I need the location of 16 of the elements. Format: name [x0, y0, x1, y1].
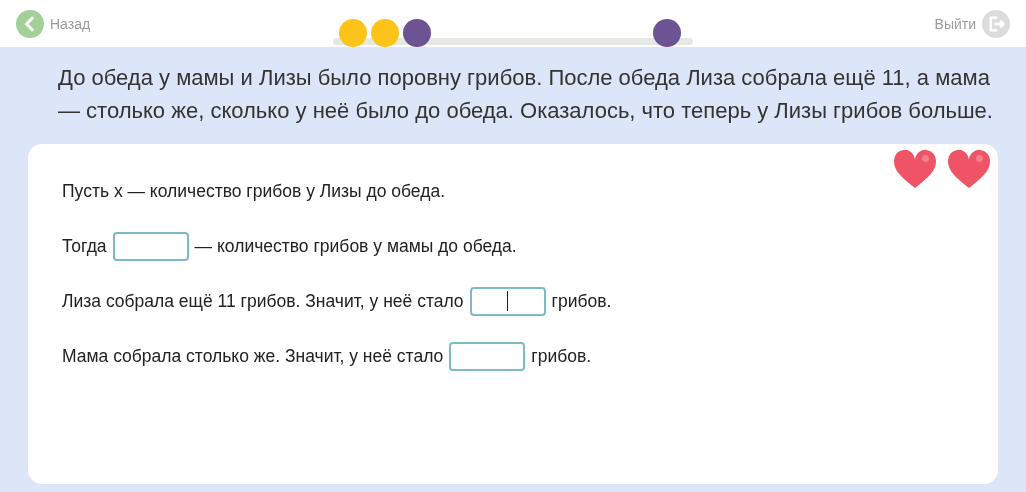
answer-field[interactable]: [112, 231, 189, 261]
answer-field[interactable]: [469, 286, 546, 316]
task-text: Лиза собрала ещё 11 грибов. Значит, у неё стало: [62, 290, 464, 312]
task-text: Мама собрала столько же. Значит, у неё стало: [62, 345, 444, 367]
task-text: грибов.: [551, 290, 612, 312]
heart-icon: [892, 148, 938, 190]
task-text: — количество грибов у мамы до обеда.: [194, 235, 517, 257]
exit-icon: [982, 9, 1010, 38]
exit-button[interactable]: Выйти: [934, 9, 1010, 38]
task-text: Тогда: [62, 235, 107, 257]
task-text: Пусть x — количество грибов у Лизы до обеда.: [62, 180, 445, 202]
question-text: До обеда у мамы и Лизы было поровну грибов. После обеда Лиза собрала ещё 11, а мама — столько же, сколько у неё было до обеда. Оказалось, что теперь у Лизы грибов больше.: [58, 64, 994, 125]
back-button[interactable]: Назад: [16, 9, 91, 38]
heart-icon: [946, 148, 992, 190]
task-text: грибов.: [531, 345, 592, 367]
answer-field[interactable]: [449, 341, 526, 371]
